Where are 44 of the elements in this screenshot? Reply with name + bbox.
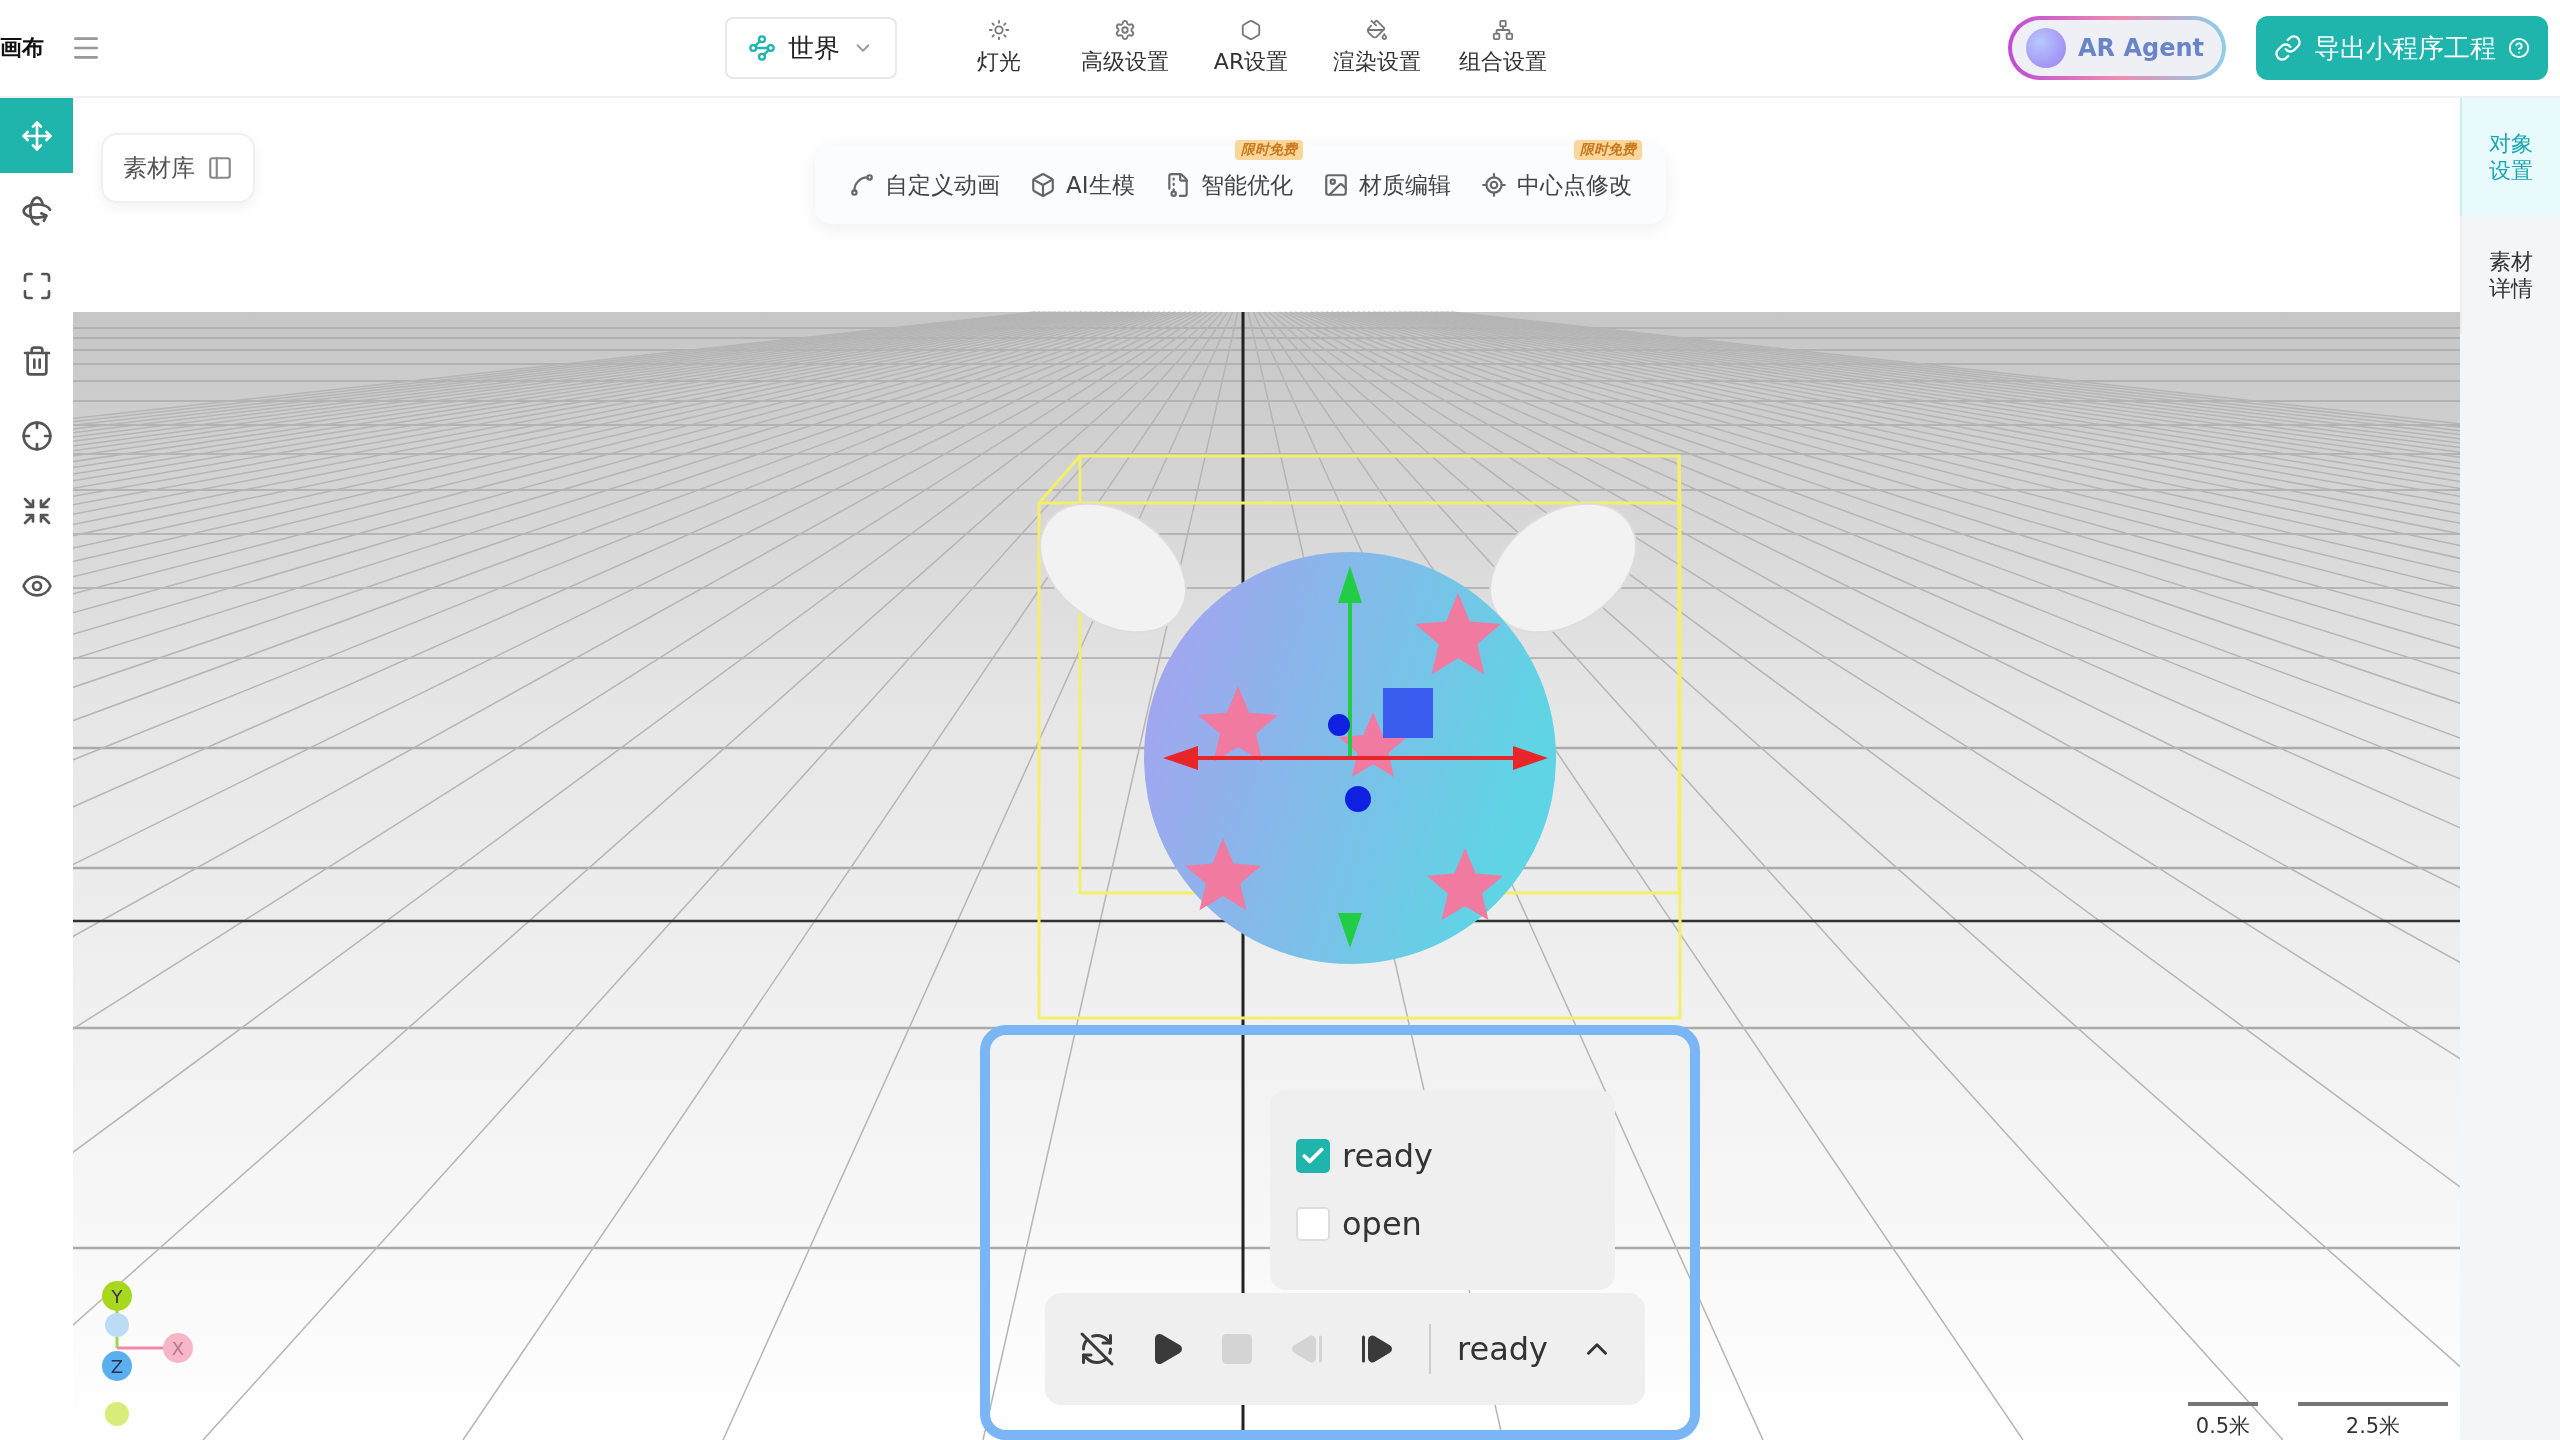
promo-badge: 限时免费 [1234,139,1303,160]
link-icon [2274,34,2302,62]
orb-icon [2026,28,2066,68]
curve-icon [849,172,875,198]
toolbar-button[interactable]: 灯光 [947,18,1051,78]
help-icon [2508,37,2530,59]
gear-icon [1114,19,1136,41]
paint-bucket-icon [1366,19,1388,41]
feature-label: 智能优化 [1200,170,1293,200]
feature-label: 中心点修改 [1516,170,1632,200]
feature-button[interactable]: AI生模 [1030,169,1135,201]
feature-label: AI生模 [1066,170,1135,200]
crosshair-icon [20,419,53,452]
feature-button[interactable]: 材质编辑 [1322,169,1451,201]
hierarchy-icon [1492,19,1514,41]
toolbar-button[interactable]: 组合设置 [1451,18,1555,78]
cube-icon [1030,172,1056,198]
hexagon-icon [1240,19,1262,41]
promo-badge: 限时免费 [1573,139,1642,160]
mode-select[interactable]: 世界 [725,17,897,79]
target-icon [1480,172,1507,198]
feature-label: 材质编辑 [1358,170,1451,200]
axis-gizmo-drawing: Y X Z [102,1281,193,1426]
loop-off-icon [1079,1331,1115,1367]
rotate-icon [20,194,53,227]
panel-icon [207,155,233,181]
toolbar-button[interactable]: 渲染设置 [1325,18,1429,78]
scale-label: 0.5米 [2188,1402,2258,1440]
state-label: ready [1342,1137,1433,1175]
asset-library-button[interactable]: 素材库 [101,133,255,203]
move-icon [20,119,53,152]
feature-label: 自定义动画 [885,170,1000,200]
toolbar-button[interactable]: 高级设置 [1073,18,1177,78]
toolbar-button[interactable]: AR设置 [1199,18,1303,78]
animation-select[interactable]: ready [1457,1330,1614,1368]
image-icon [1322,172,1349,198]
state-label: open [1342,1205,1422,1243]
checkbox[interactable] [1296,1207,1330,1241]
feature-button[interactable]: 自定义动画 [849,169,1000,201]
stop-icon [1219,1331,1255,1367]
checkbox[interactable] [1296,1139,1330,1173]
scale-label: 2.5米 [2298,1402,2448,1440]
sun-icon [988,19,1010,41]
app-title: 画布 [0,34,44,62]
